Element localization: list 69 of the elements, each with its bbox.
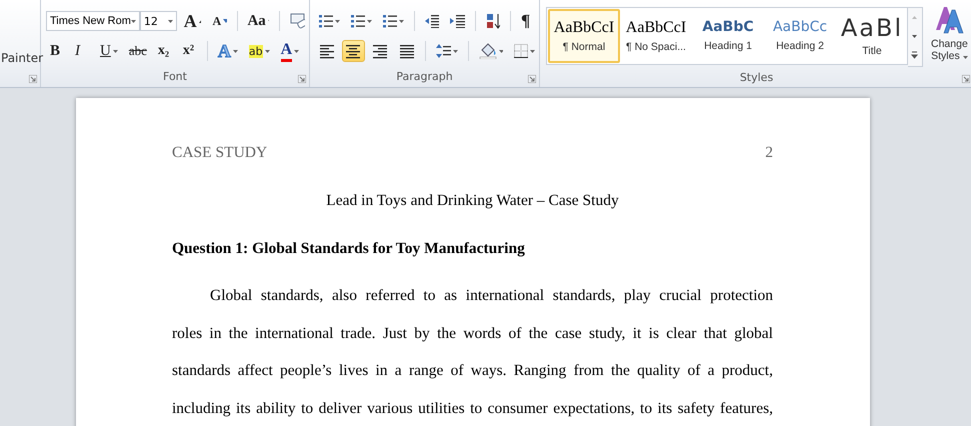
border-grid-icon	[514, 44, 528, 58]
caret-icon	[130, 20, 136, 22]
font-size-field[interactable]: 12	[140, 11, 177, 31]
caret-icon	[168, 20, 173, 22]
caret-icon	[294, 50, 300, 52]
change-styles-button[interactable]: Change Styles	[926, 4, 971, 70]
indent-icon	[450, 14, 465, 28]
group-label: Styles	[740, 70, 774, 86]
sub-button[interactable]: x₂	[154, 40, 176, 62]
line-spacing-icon	[436, 43, 452, 59]
caret-icon	[335, 20, 340, 22]
paint-bucket-icon	[479, 43, 497, 59]
align-icon	[373, 44, 388, 58]
paragraph-line: Global standards, also referred to as international standards, play crucial protection	[209, 287, 773, 306]
style-item[interactable]: AaBbCcI ¶ No Spaci...	[620, 9, 692, 63]
style-item[interactable]: AaBbC Heading 1	[692, 9, 764, 63]
style-item[interactable]: AaBbCcI ¶ Normal	[548, 9, 620, 63]
dialog-launcher-icon[interactable]	[298, 75, 306, 83]
highlight-button[interactable]: ab	[244, 40, 274, 62]
up-arrow-icon	[912, 16, 917, 19]
eraser-icon	[290, 13, 305, 29]
bullets-icon	[319, 14, 334, 28]
bold-button[interactable]: B	[46, 40, 68, 62]
group-label: Paragraph	[396, 69, 453, 85]
color-button[interactable]: A	[276, 40, 304, 62]
caret-icon	[453, 50, 458, 52]
group-label: Font	[163, 69, 187, 85]
running-header: CASE STUDY	[172, 144, 268, 163]
grow-button[interactable]: A	[180, 10, 206, 32]
paragraph-line: roles in the international trade. Just by the words of the case study, it is clear that global	[172, 324, 773, 344]
document-title: Lead in Toys and Drinking Water – Case Study	[325, 192, 620, 211]
caret-icon	[962, 56, 968, 60]
show-marks-button[interactable]: ¶	[516, 10, 539, 32]
align-icon	[400, 44, 414, 58]
page-number: 2	[765, 144, 773, 163]
multilevel-list-icon	[382, 14, 398, 28]
paragraph-line: including its ability to deliver various utilities to consumer expectations, to its safety features,	[172, 400, 773, 418]
sort-icon	[486, 13, 500, 29]
outdent-icon	[424, 14, 440, 28]
underline-button[interactable]: U	[96, 40, 122, 62]
caret-icon	[399, 20, 404, 22]
down-arrow-icon	[912, 35, 917, 38]
case-button[interactable]: Aa	[243, 10, 273, 32]
down-triangle-icon	[223, 19, 227, 23]
caret-icon	[232, 50, 238, 52]
paragraph-line: standards affect people’s lives in a range of ways. Ranging from the quality of a product,	[172, 362, 773, 381]
dialog-launcher-icon[interactable]	[528, 75, 536, 83]
strike-button[interactable]: abc	[124, 40, 151, 62]
style-item[interactable]: AaBbCc Heading 2	[764, 9, 836, 63]
document-heading: Question 1: Global Standards for Toy Manufacturing	[172, 240, 526, 259]
up-triangle-icon	[198, 19, 202, 23]
dialog-launcher-icon[interactable]	[29, 75, 37, 83]
shrink-button[interactable]: A	[208, 10, 231, 32]
painter-label[interactable]: Painter	[1, 50, 44, 68]
caret-icon	[367, 20, 372, 22]
caret-icon	[498, 50, 504, 52]
font-name-field[interactable]: Times New Rom	[46, 11, 140, 31]
gallery-scroll[interactable]	[908, 7, 923, 67]
italic-button[interactable]: I	[71, 40, 93, 62]
numbering-icon	[350, 14, 366, 28]
caret-icon	[112, 50, 118, 52]
caret-icon	[264, 50, 270, 52]
align-icon	[320, 44, 334, 58]
align-icon	[346, 44, 360, 58]
dialog-launcher-icon[interactable]	[962, 75, 970, 83]
style-item[interactable]: AaBl Title	[836, 9, 908, 63]
sup-button[interactable]: x²	[178, 40, 201, 62]
align-center-button[interactable]	[342, 40, 366, 62]
caret-icon	[530, 50, 535, 52]
